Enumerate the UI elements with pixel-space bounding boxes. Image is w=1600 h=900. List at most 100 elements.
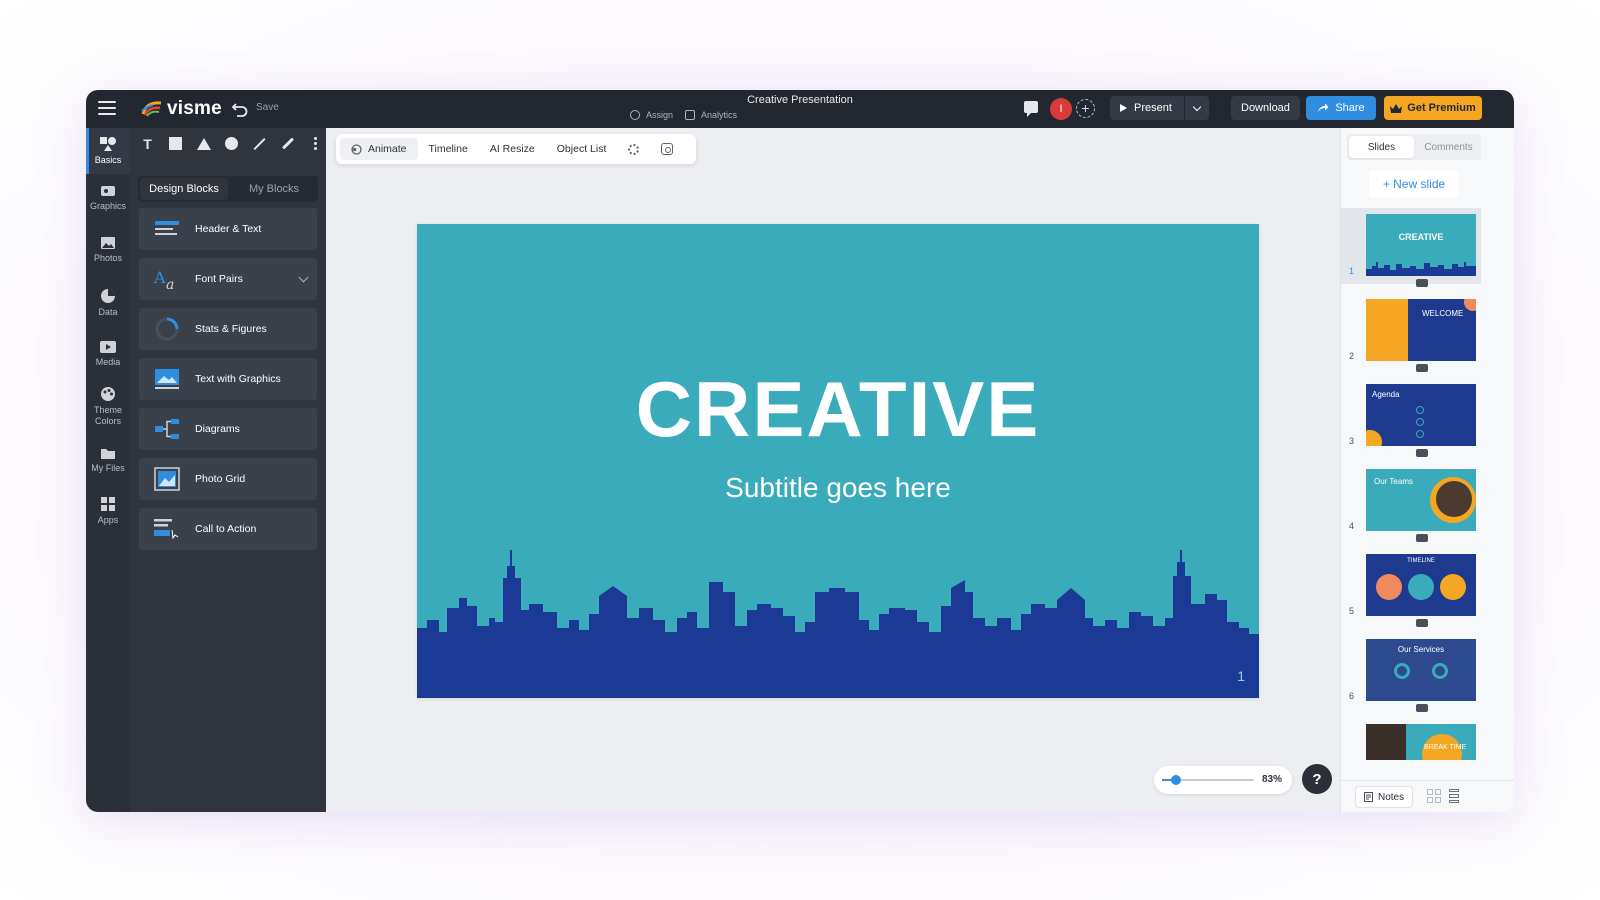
- thumb-title: TIMELINE: [1407, 558, 1435, 564]
- rail-label: Theme Colors: [93, 405, 122, 426]
- more-tools[interactable]: [308, 136, 323, 151]
- save-button[interactable]: Save: [256, 102, 279, 113]
- object-list-button[interactable]: Object List: [546, 138, 618, 160]
- visme-logo[interactable]: visme: [141, 98, 222, 120]
- zoom-thumb[interactable]: [1170, 775, 1181, 785]
- city-skyline-graphic[interactable]: [417, 548, 1259, 698]
- avatar[interactable]: I: [1050, 98, 1072, 120]
- rail-item-my-files[interactable]: My Files: [86, 446, 130, 474]
- chevron-down-icon[interactable]: [298, 272, 309, 283]
- slide-thumb-4[interactable]: Our Teams 4: [1341, 463, 1481, 539]
- camera-icon[interactable]: [1416, 619, 1428, 627]
- skyline-path: [417, 550, 1259, 698]
- slide-thumb-7[interactable]: BREAK TIME 7: [1341, 718, 1481, 760]
- design-block-list: Header & Text Aa Font Pairs Stats & Figu…: [139, 208, 317, 558]
- slide-thumb-2[interactable]: WELCOME 2: [1341, 293, 1481, 369]
- palette-icon: [101, 387, 115, 401]
- circle-tool[interactable]: [224, 136, 239, 151]
- assign-link[interactable]: Assign: [630, 110, 673, 120]
- rail-label: Basics: [94, 155, 122, 165]
- app-window: visme Save Creative Presentation Assign …: [86, 90, 1514, 812]
- rail-item-graphics[interactable]: Graphics: [86, 184, 130, 212]
- rail-item-theme-colors[interactable]: Theme Colors: [86, 386, 130, 427]
- photo-grid-icon: [154, 467, 180, 491]
- thumb-preview: BREAK TIME: [1366, 724, 1476, 760]
- thumb-timeline-circle: [1440, 574, 1466, 600]
- svg-text:A: A: [153, 268, 166, 287]
- present-group: Present: [1110, 96, 1209, 120]
- header-text-icon: [155, 221, 179, 235]
- animate-button[interactable]: Animate: [340, 138, 418, 160]
- present-button[interactable]: Present: [1110, 96, 1184, 120]
- camera-icon[interactable]: [1416, 279, 1428, 287]
- analytics-link[interactable]: Analytics: [685, 110, 737, 120]
- share-arrow-icon: [1318, 103, 1329, 112]
- slide-subtitle[interactable]: Subtitle goes here: [417, 472, 1259, 504]
- undo-icon[interactable]: [231, 99, 249, 117]
- thumb-service-circle: [1394, 663, 1410, 679]
- rail-label: Graphics: [89, 201, 126, 211]
- slide-thumb-6[interactable]: Our Services 6: [1341, 633, 1481, 709]
- camera-icon[interactable]: [1416, 364, 1428, 372]
- chevron-down-icon: [1192, 102, 1202, 111]
- canvas-area: Animate Timeline AI Resize Object List C…: [326, 128, 1340, 812]
- present-options-button[interactable]: [1184, 96, 1209, 120]
- folder-icon: [101, 449, 115, 459]
- tab-comments[interactable]: Comments: [1416, 134, 1481, 160]
- add-collaborator-icon[interactable]: +: [1076, 99, 1095, 118]
- rail-item-apps[interactable]: Apps: [86, 496, 130, 526]
- slide-thumb-3[interactable]: Agenda 3: [1341, 378, 1481, 454]
- tab-design-blocks[interactable]: Design Blocks: [140, 178, 228, 200]
- settings-button[interactable]: [617, 138, 650, 160]
- text-tool[interactable]: T: [140, 136, 155, 152]
- thumb-number: 5: [1349, 606, 1355, 616]
- block-stats-figures[interactable]: Stats & Figures: [139, 308, 317, 350]
- camera-icon[interactable]: [1416, 534, 1428, 542]
- tab-slides[interactable]: Slides: [1349, 136, 1414, 158]
- block-header-text[interactable]: Header & Text: [139, 208, 317, 250]
- camera-icon[interactable]: [1416, 704, 1428, 712]
- share-button[interactable]: Share: [1306, 96, 1376, 120]
- get-premium-button[interactable]: Get Premium: [1384, 96, 1482, 120]
- analytics-label: Analytics: [701, 110, 738, 120]
- list-view-icon[interactable]: [1449, 789, 1459, 803]
- thumb-preview: CREATIVE: [1366, 214, 1476, 276]
- comments-icon[interactable]: [1024, 101, 1038, 117]
- tab-my-blocks[interactable]: My Blocks: [230, 176, 318, 202]
- slide-thumb-5[interactable]: TIMELINE 5: [1341, 548, 1481, 624]
- triangle-tool[interactable]: [196, 136, 211, 151]
- line-tool[interactable]: [252, 136, 267, 151]
- new-slide-button[interactable]: + New slide: [1369, 170, 1459, 198]
- timeline-button[interactable]: Timeline: [418, 138, 479, 160]
- rail-item-data[interactable]: Data: [86, 288, 130, 318]
- rail-item-photos[interactable]: Photos: [86, 236, 130, 264]
- block-font-pairs[interactable]: Aa Font Pairs: [139, 258, 317, 300]
- block-label: Font Pairs: [195, 273, 243, 285]
- zoom-slider[interactable]: [1162, 775, 1254, 785]
- rectangle-icon: [169, 137, 182, 150]
- circle-icon: [225, 137, 238, 150]
- grid-view-icon[interactable]: [1427, 789, 1441, 803]
- rail-item-basics[interactable]: Basics: [86, 128, 130, 174]
- ai-resize-button[interactable]: AI Resize: [479, 138, 546, 160]
- menu-icon[interactable]: [98, 101, 116, 115]
- block-text-graphics[interactable]: Text with Graphics: [139, 358, 317, 400]
- thumb-photo-block: [1366, 299, 1408, 361]
- camera-icon[interactable]: [1416, 449, 1428, 457]
- thumb-timeline-circle: [1376, 574, 1402, 600]
- slide-title[interactable]: CREATIVE: [417, 364, 1259, 455]
- pen-tool[interactable]: [280, 136, 295, 151]
- block-photo-grid[interactable]: Photo Grid: [139, 458, 317, 500]
- download-button[interactable]: Download: [1231, 96, 1300, 120]
- rail-item-media[interactable]: Media: [86, 340, 130, 368]
- frame-button[interactable]: [650, 138, 684, 160]
- block-diagrams[interactable]: Diagrams: [139, 408, 317, 450]
- help-button[interactable]: ?: [1302, 764, 1332, 794]
- block-label: Photo Grid: [195, 473, 246, 485]
- notes-button[interactable]: Notes: [1355, 786, 1414, 808]
- rectangle-tool[interactable]: [168, 136, 183, 151]
- slide-canvas[interactable]: CREATIVE Subtitle goes here 1: [417, 224, 1259, 698]
- slide-thumb-1[interactable]: CREATIVE 1: [1341, 208, 1481, 284]
- assign-label: Assign: [646, 110, 674, 120]
- block-call-to-action[interactable]: Call to Action: [139, 508, 317, 550]
